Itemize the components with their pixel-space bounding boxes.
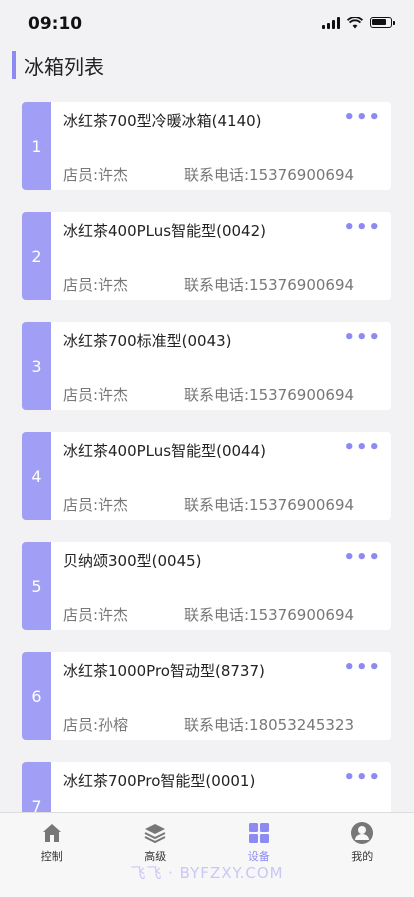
grid-icon xyxy=(247,821,271,845)
phone-label: 联系电话:18053245323 xyxy=(184,714,354,735)
more-options-icon[interactable]: ••• xyxy=(343,222,381,234)
battery-icon xyxy=(370,17,392,28)
fridge-card[interactable]: 3 冰红茶700标准型(0043) ••• 店员:许杰 联系电话:15376900694 xyxy=(22,322,391,410)
more-options-icon[interactable]: ••• xyxy=(343,552,381,564)
fridge-card[interactable]: 2 冰红茶400PLus智能型(0042) ••• 店员:许杰 联系电话:1537690… xyxy=(22,212,391,300)
phone-label: 联系电话:15376900694 xyxy=(184,274,354,295)
phone-label: 联系电话:15376900694 xyxy=(184,384,354,405)
more-options-icon[interactable]: ••• xyxy=(343,772,381,784)
phone-label: 联系电话:15376900694 xyxy=(184,164,354,185)
fridge-card[interactable]: 4 冰红茶400PLus智能型(0044) ••• 店员:许杰 联系电话:1537690… xyxy=(22,432,391,520)
page-title: 冰箱列表 xyxy=(24,51,104,80)
tab-control[interactable]: 控制 xyxy=(0,813,104,897)
tab-device[interactable]: 设备 xyxy=(207,813,311,897)
staff-label: 店员:孙榕 xyxy=(63,714,128,735)
tab-bar: 控制 高级 设备 我的 xyxy=(0,812,414,897)
layers-icon xyxy=(143,821,167,845)
card-index: 6 xyxy=(22,652,51,740)
fridge-name: 贝纳颂300型(0045) xyxy=(63,550,202,571)
more-options-icon[interactable]: ••• xyxy=(343,112,381,124)
title-accent-bar xyxy=(12,51,16,79)
cellular-signal-icon xyxy=(322,16,340,29)
page-header: 冰箱列表 xyxy=(12,50,104,80)
card-index: 1 xyxy=(22,102,51,190)
staff-label: 店员:许杰 xyxy=(63,164,128,185)
user-icon xyxy=(350,821,374,845)
card-index: 5 xyxy=(22,542,51,630)
fridge-name: 冰红茶400PLus智能型(0044) xyxy=(63,440,266,461)
fridge-name: 冰红茶700Pro智能型(0001) xyxy=(63,770,255,791)
fridge-card[interactable]: 1 冰红茶700型冷暖冰箱(4140) ••• 店员:许杰 联系电话:153769006… xyxy=(22,102,391,190)
watermark: 飞飞 · BYFZXY.COM xyxy=(0,862,414,883)
phone-label: 联系电话:15376900694 xyxy=(184,494,354,515)
staff-label: 店员:许杰 xyxy=(63,384,128,405)
status-bar: 09:10 xyxy=(0,0,414,48)
staff-label: 店员:许杰 xyxy=(63,274,128,295)
fridge-card[interactable]: 6 冰红茶1000Pro智动型(8737) ••• 店员:孙榕 联系电话:1805324… xyxy=(22,652,391,740)
card-index: 3 xyxy=(22,322,51,410)
card-index: 2 xyxy=(22,212,51,300)
fridge-name: 冰红茶700型冷暖冰箱(4140) xyxy=(63,110,262,131)
more-options-icon[interactable]: ••• xyxy=(343,662,381,674)
home-icon xyxy=(40,821,64,845)
fridge-name: 冰红茶700标准型(0043) xyxy=(63,330,232,351)
fridge-name: 冰红茶400PLus智能型(0042) xyxy=(63,220,266,241)
more-options-icon[interactable]: ••• xyxy=(343,442,381,454)
tab-advanced[interactable]: 高级 xyxy=(104,813,208,897)
card-index: 4 xyxy=(22,432,51,520)
wifi-icon xyxy=(347,17,363,29)
status-time: 09:10 xyxy=(28,14,82,34)
status-icons xyxy=(322,16,392,29)
more-options-icon[interactable]: ••• xyxy=(343,332,381,344)
phone-label: 联系电话:15376900694 xyxy=(184,604,354,625)
staff-label: 店员:许杰 xyxy=(63,604,128,625)
tab-mine[interactable]: 我的 xyxy=(311,813,414,897)
staff-label: 店员:许杰 xyxy=(63,494,128,515)
fridge-name: 冰红茶1000Pro智动型(8737) xyxy=(63,660,265,681)
fridge-list: 1冰红茶700型冷暖冰箱(4140)•••店员:许杰联系电话:153769006… xyxy=(22,102,391,872)
fridge-card[interactable]: 5 贝纳颂300型(0045) ••• 店员:许杰 联系电话:15376900694 xyxy=(22,542,391,630)
